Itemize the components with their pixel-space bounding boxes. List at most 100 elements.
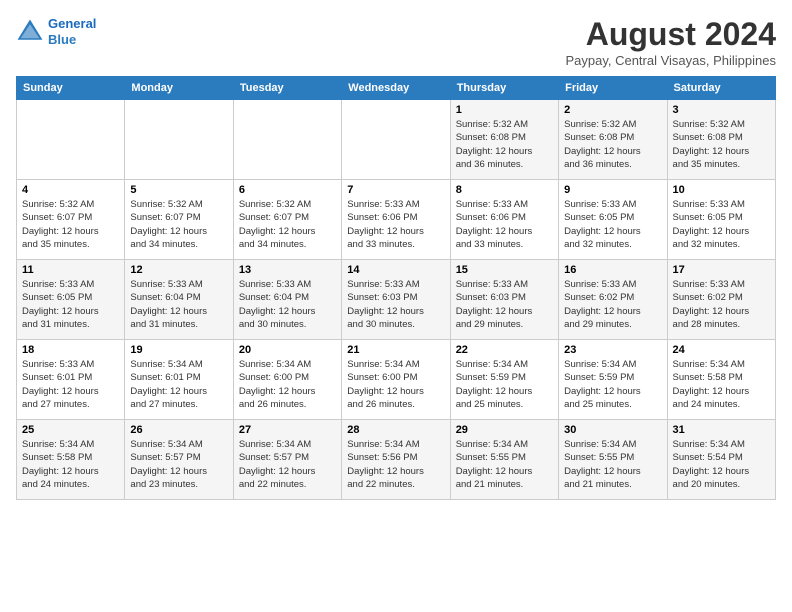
day-info: Sunrise: 5:34 AM Sunset: 6:00 PM Dayligh… bbox=[347, 358, 444, 411]
calendar-header: SundayMondayTuesdayWednesdayThursdayFrid… bbox=[17, 77, 776, 100]
header-row: SundayMondayTuesdayWednesdayThursdayFrid… bbox=[17, 77, 776, 100]
day-number: 24 bbox=[673, 344, 770, 356]
day-info: Sunrise: 5:33 AM Sunset: 6:06 PM Dayligh… bbox=[347, 198, 444, 251]
calendar-cell: 19 Sunrise: 5:34 AM Sunset: 6:01 PM Dayli… bbox=[125, 340, 233, 420]
day-number: 3 bbox=[673, 104, 770, 116]
day-number: 25 bbox=[22, 424, 119, 436]
calendar-cell: 24 Sunrise: 5:34 AM Sunset: 5:58 PM Dayli… bbox=[667, 340, 775, 420]
day-number: 1 bbox=[456, 104, 553, 116]
day-info: Sunrise: 5:33 AM Sunset: 6:03 PM Dayligh… bbox=[456, 278, 553, 331]
day-number: 20 bbox=[239, 344, 336, 356]
day-number: 9 bbox=[564, 184, 661, 196]
weekday-header: Thursday bbox=[450, 77, 558, 100]
calendar-cell: 21 Sunrise: 5:34 AM Sunset: 6:00 PM Dayli… bbox=[342, 340, 450, 420]
calendar-cell: 29Sunrise: 5:34 AM Sunset: 5:55 PM Dayli… bbox=[450, 420, 558, 500]
calendar-week-row: 25Sunrise: 5:34 AM Sunset: 5:58 PM Dayli… bbox=[17, 420, 776, 500]
weekday-header: Friday bbox=[559, 77, 667, 100]
day-info: Sunrise: 5:33 AM Sunset: 6:02 PM Dayligh… bbox=[673, 278, 770, 331]
logo-line1: General bbox=[48, 16, 96, 31]
day-info: Sunrise: 5:34 AM Sunset: 6:01 PM Dayligh… bbox=[130, 358, 227, 411]
calendar-cell: 13Sunrise: 5:33 AM Sunset: 6:04 PM Dayli… bbox=[233, 260, 341, 340]
day-number: 4 bbox=[22, 184, 119, 196]
calendar-cell: 2 Sunrise: 5:32 AM Sunset: 6:08 PM Daylig… bbox=[559, 100, 667, 180]
day-info: Sunrise: 5:33 AM Sunset: 6:05 PM Dayligh… bbox=[673, 198, 770, 251]
calendar-cell bbox=[233, 100, 341, 180]
calendar-cell: 5 Sunrise: 5:32 AM Sunset: 6:07 PM Daylig… bbox=[125, 180, 233, 260]
day-number: 12 bbox=[130, 264, 227, 276]
day-number: 29 bbox=[456, 424, 553, 436]
calendar-cell: 22 Sunrise: 5:34 AM Sunset: 5:59 PM Dayli… bbox=[450, 340, 558, 420]
month-title: August 2024 bbox=[565, 16, 776, 53]
day-number: 22 bbox=[456, 344, 553, 356]
logo-text: General Blue bbox=[48, 16, 96, 47]
day-info: Sunrise: 5:34 AM Sunset: 5:59 PM Dayligh… bbox=[564, 358, 661, 411]
day-info: Sunrise: 5:34 AM Sunset: 5:56 PM Dayligh… bbox=[347, 438, 444, 491]
calendar-week-row: 11Sunrise: 5:33 AM Sunset: 6:05 PM Dayli… bbox=[17, 260, 776, 340]
day-number: 30 bbox=[564, 424, 661, 436]
day-number: 7 bbox=[347, 184, 444, 196]
calendar-cell: 28 Sunrise: 5:34 AM Sunset: 5:56 PM Dayli… bbox=[342, 420, 450, 500]
day-number: 26 bbox=[130, 424, 227, 436]
weekday-header: Tuesday bbox=[233, 77, 341, 100]
day-number: 13 bbox=[239, 264, 336, 276]
logo-icon bbox=[16, 18, 44, 46]
calendar-cell: 9Sunrise: 5:33 AM Sunset: 6:05 PM Daylig… bbox=[559, 180, 667, 260]
calendar-cell: 30 Sunrise: 5:34 AM Sunset: 5:55 PM Dayli… bbox=[559, 420, 667, 500]
weekday-header: Sunday bbox=[17, 77, 125, 100]
day-info: Sunrise: 5:33 AM Sunset: 6:03 PM Dayligh… bbox=[347, 278, 444, 331]
calendar-cell: 7 Sunrise: 5:33 AM Sunset: 6:06 PM Daylig… bbox=[342, 180, 450, 260]
logo: General Blue bbox=[16, 16, 96, 47]
day-number: 10 bbox=[673, 184, 770, 196]
calendar-cell: 25Sunrise: 5:34 AM Sunset: 5:58 PM Dayli… bbox=[17, 420, 125, 500]
calendar-cell: 15Sunrise: 5:33 AM Sunset: 6:03 PM Dayli… bbox=[450, 260, 558, 340]
calendar-cell: 18Sunrise: 5:33 AM Sunset: 6:01 PM Dayli… bbox=[17, 340, 125, 420]
day-info: Sunrise: 5:32 AM Sunset: 6:08 PM Dayligh… bbox=[564, 118, 661, 171]
day-info: Sunrise: 5:32 AM Sunset: 6:07 PM Dayligh… bbox=[22, 198, 119, 251]
day-info: Sunrise: 5:32 AM Sunset: 6:08 PM Dayligh… bbox=[456, 118, 553, 171]
calendar-table: SundayMondayTuesdayWednesdayThursdayFrid… bbox=[16, 76, 776, 500]
calendar-week-row: 1 Sunrise: 5:32 AM Sunset: 6:08 PM Daylig… bbox=[17, 100, 776, 180]
day-info: Sunrise: 5:34 AM Sunset: 5:54 PM Dayligh… bbox=[673, 438, 770, 491]
calendar-cell: 6 Sunrise: 5:32 AM Sunset: 6:07 PM Daylig… bbox=[233, 180, 341, 260]
day-number: 16 bbox=[564, 264, 661, 276]
calendar-cell: 17Sunrise: 5:33 AM Sunset: 6:02 PM Dayli… bbox=[667, 260, 775, 340]
day-number: 2 bbox=[564, 104, 661, 116]
calendar-cell: 16 Sunrise: 5:33 AM Sunset: 6:02 PM Dayli… bbox=[559, 260, 667, 340]
calendar-cell: 4 Sunrise: 5:32 AM Sunset: 6:07 PM Daylig… bbox=[17, 180, 125, 260]
calendar-cell: 3Sunrise: 5:32 AM Sunset: 6:08 PM Daylig… bbox=[667, 100, 775, 180]
day-info: Sunrise: 5:34 AM Sunset: 5:58 PM Dayligh… bbox=[673, 358, 770, 411]
day-info: Sunrise: 5:34 AM Sunset: 5:57 PM Dayligh… bbox=[130, 438, 227, 491]
day-info: Sunrise: 5:34 AM Sunset: 5:59 PM Dayligh… bbox=[456, 358, 553, 411]
calendar-cell: 1 Sunrise: 5:32 AM Sunset: 6:08 PM Daylig… bbox=[450, 100, 558, 180]
day-info: Sunrise: 5:33 AM Sunset: 6:05 PM Dayligh… bbox=[22, 278, 119, 331]
calendar-cell: 26 Sunrise: 5:34 AM Sunset: 5:57 PM Dayli… bbox=[125, 420, 233, 500]
day-info: Sunrise: 5:32 AM Sunset: 6:07 PM Dayligh… bbox=[239, 198, 336, 251]
title-block: August 2024 Paypay, Central Visayas, Phi… bbox=[565, 16, 776, 68]
day-number: 19 bbox=[130, 344, 227, 356]
calendar-cell: 14 Sunrise: 5:33 AM Sunset: 6:03 PM Dayli… bbox=[342, 260, 450, 340]
day-number: 5 bbox=[130, 184, 227, 196]
logo-line2: Blue bbox=[48, 32, 76, 47]
calendar-cell bbox=[342, 100, 450, 180]
weekday-header: Saturday bbox=[667, 77, 775, 100]
calendar-cell: 10 Sunrise: 5:33 AM Sunset: 6:05 PM Dayli… bbox=[667, 180, 775, 260]
day-number: 28 bbox=[347, 424, 444, 436]
day-info: Sunrise: 5:33 AM Sunset: 6:02 PM Dayligh… bbox=[564, 278, 661, 331]
calendar-week-row: 4 Sunrise: 5:32 AM Sunset: 6:07 PM Daylig… bbox=[17, 180, 776, 260]
day-info: Sunrise: 5:34 AM Sunset: 5:55 PM Dayligh… bbox=[564, 438, 661, 491]
day-info: Sunrise: 5:32 AM Sunset: 6:07 PM Dayligh… bbox=[130, 198, 227, 251]
day-info: Sunrise: 5:34 AM Sunset: 5:57 PM Dayligh… bbox=[239, 438, 336, 491]
weekday-header: Wednesday bbox=[342, 77, 450, 100]
day-number: 14 bbox=[347, 264, 444, 276]
calendar-cell: 8Sunrise: 5:33 AM Sunset: 6:06 PM Daylig… bbox=[450, 180, 558, 260]
calendar-body: 1 Sunrise: 5:32 AM Sunset: 6:08 PM Daylig… bbox=[17, 100, 776, 500]
calendar-cell: 31Sunrise: 5:34 AM Sunset: 5:54 PM Dayli… bbox=[667, 420, 775, 500]
location-subtitle: Paypay, Central Visayas, Philippines bbox=[565, 53, 776, 68]
day-number: 18 bbox=[22, 344, 119, 356]
day-number: 23 bbox=[564, 344, 661, 356]
calendar-cell bbox=[17, 100, 125, 180]
day-info: Sunrise: 5:33 AM Sunset: 6:06 PM Dayligh… bbox=[456, 198, 553, 251]
day-number: 21 bbox=[347, 344, 444, 356]
calendar-cell: 23 Sunrise: 5:34 AM Sunset: 5:59 PM Dayli… bbox=[559, 340, 667, 420]
day-number: 6 bbox=[239, 184, 336, 196]
